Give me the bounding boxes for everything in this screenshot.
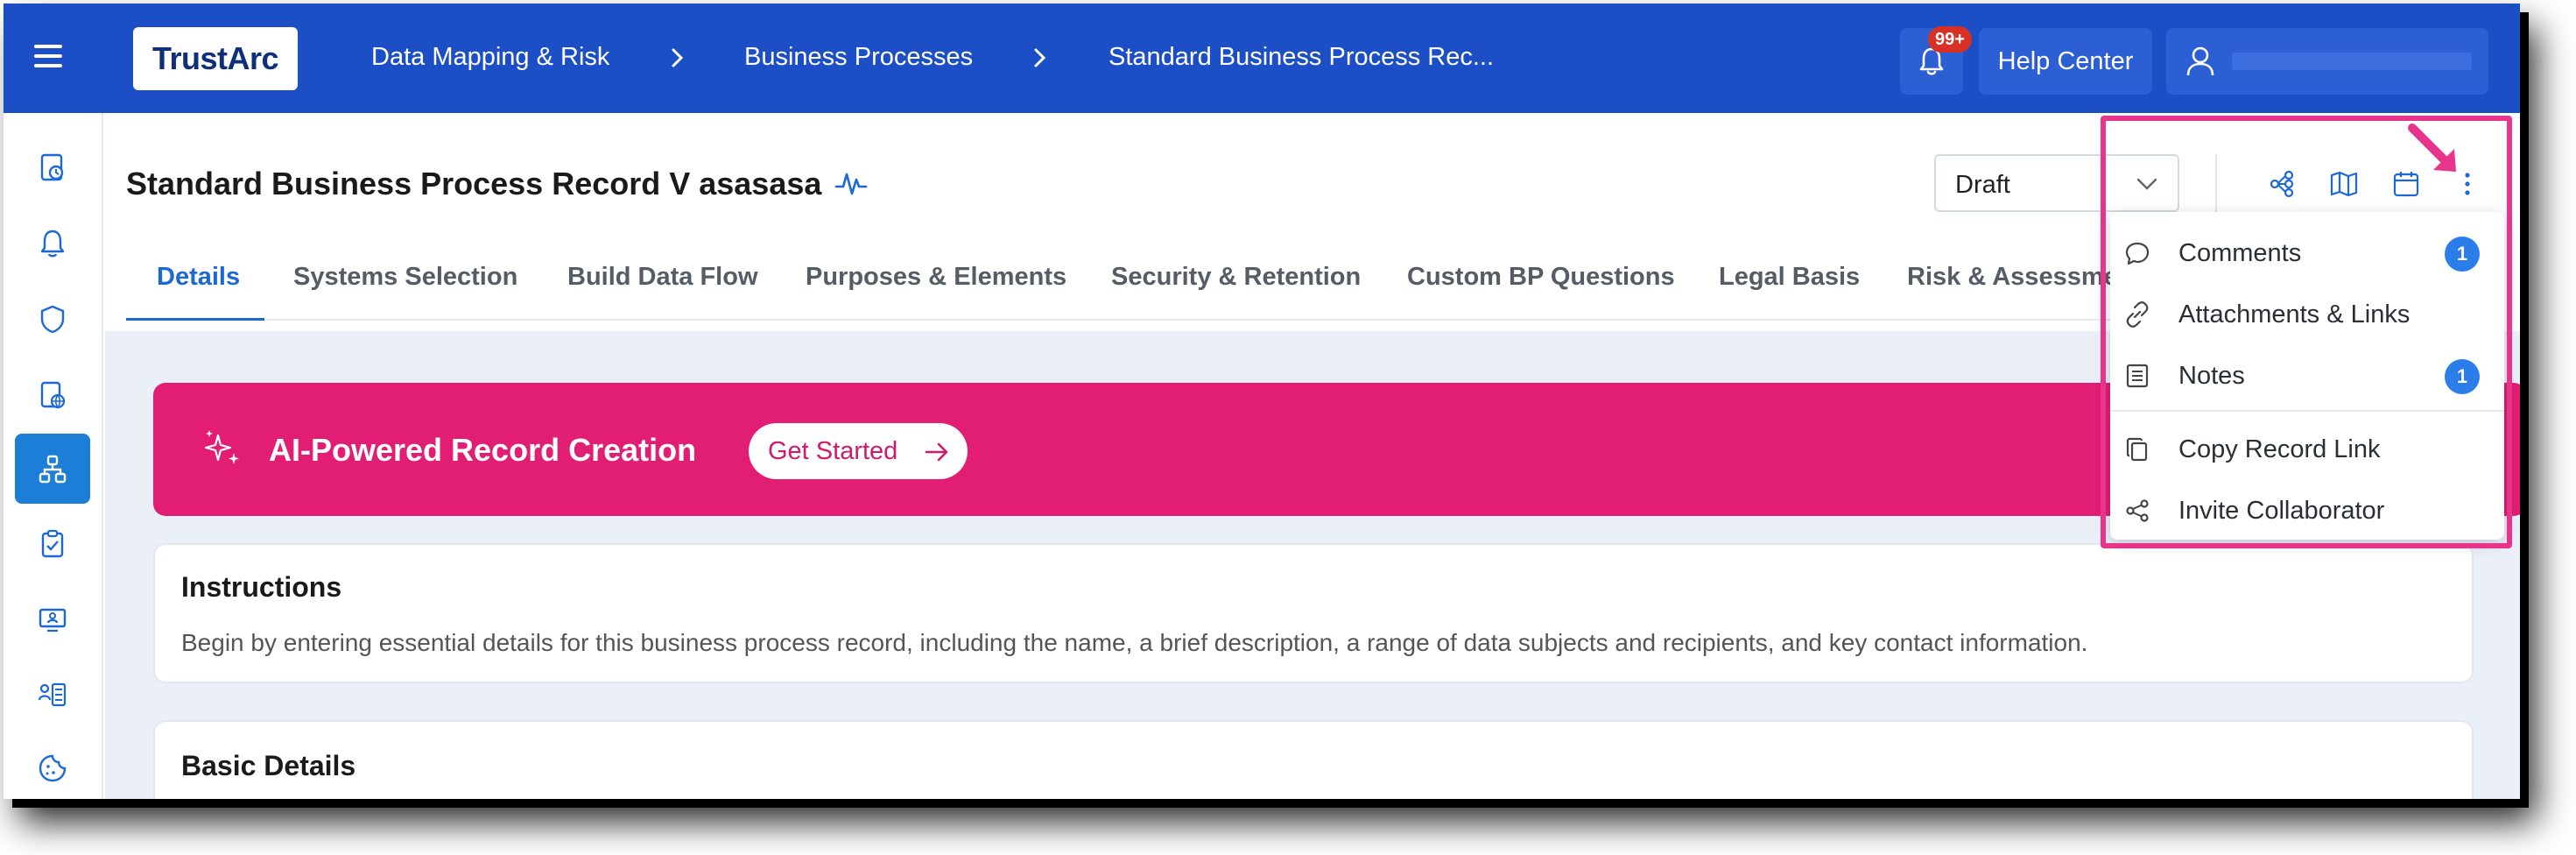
more-vertical-icon[interactable] — [2452, 168, 2483, 200]
user-name — [2232, 53, 2472, 70]
menu-item-attachments-links[interactable]: Attachments & Links — [2110, 284, 2504, 345]
menu-item-label: Notes — [2178, 362, 2245, 390]
sidebar-item-cookies[interactable] — [15, 733, 90, 799]
record-tabs: Details Systems Selection Build Data Flo… — [126, 224, 2280, 321]
menu-item-label: Invite Collaborator — [2178, 497, 2385, 525]
sidebar-item-assessments[interactable] — [15, 509, 90, 579]
activity-pulse-icon[interactable] — [834, 166, 869, 201]
menu-divider — [2110, 410, 2504, 412]
arrow-right-icon — [925, 442, 948, 462]
bell-icon — [40, 230, 65, 258]
menu-item-notes[interactable]: Notes 1 — [2110, 345, 2504, 406]
user-list-icon — [38, 682, 67, 707]
instructions-text: Begin by entering essential details for … — [181, 629, 2088, 656]
calendar-icon[interactable] — [2390, 168, 2422, 200]
chevron-right-icon — [1034, 48, 1046, 67]
cookie-icon — [39, 754, 67, 782]
tab-details[interactable]: Details — [157, 263, 240, 292]
get-started-button[interactable]: Get Started — [749, 423, 968, 479]
ai-banner-title: AI-Powered Record Creation — [269, 432, 697, 468]
sidebar-item-web[interactable] — [15, 360, 90, 430]
share-icon — [2126, 499, 2149, 522]
menu-item-copy-record-link[interactable]: Copy Record Link — [2110, 419, 2504, 480]
shield-icon — [40, 305, 65, 334]
copy-icon — [2126, 437, 2148, 462]
lineage-icon[interactable] — [2266, 168, 2298, 200]
notes-icon — [2126, 364, 2149, 388]
breadcrumb-business-processes[interactable]: Business Processes — [744, 43, 973, 72]
basic-details-card: Basic Details — [153, 720, 2474, 799]
data-flow-icon — [39, 455, 67, 484]
left-sidebar — [4, 113, 103, 799]
tab-custom-bp-questions[interactable]: Custom BP Questions — [1407, 263, 1675, 292]
menu-item-invite-collaborator[interactable]: Invite Collaborator — [2110, 480, 2504, 541]
tab-security-retention[interactable]: Security & Retention — [1111, 263, 1361, 292]
menu-item-label: Attachments & Links — [2178, 300, 2411, 329]
sidebar-item-training[interactable] — [15, 584, 90, 654]
header-divider — [2215, 154, 2217, 212]
hamburger-menu-icon[interactable] — [34, 45, 62, 71]
sidebar-item-requests[interactable] — [15, 660, 90, 730]
user-menu-button[interactable] — [2166, 28, 2488, 95]
sidebar-item-data-mapping[interactable] — [15, 434, 90, 504]
tab-systems-selection[interactable]: Systems Selection — [293, 263, 517, 292]
app-window: TrustArc Data Mapping & Risk Business Pr… — [4, 4, 2520, 799]
comments-count-badge: 1 — [2445, 237, 2480, 272]
map-icon[interactable] — [2328, 168, 2360, 200]
sparkle-icon — [204, 430, 239, 464]
notifications-count-badge: 99+ — [1928, 26, 1972, 53]
tab-legal-basis[interactable]: Legal Basis — [1719, 263, 1860, 292]
get-started-label: Get Started — [768, 437, 898, 465]
basic-details-title: Basic Details — [181, 750, 356, 781]
trustarc-logo[interactable]: TrustArc — [133, 27, 298, 90]
notes-count-badge: 1 — [2445, 359, 2480, 394]
more-actions-menu: Comments 1 Attachments & Links Notes 1 C… — [2110, 212, 2504, 540]
tab-build-data-flow[interactable]: Build Data Flow — [567, 263, 758, 292]
sidebar-item-dashboard[interactable] — [15, 132, 90, 202]
top-navigation-bar: TrustArc Data Mapping & Risk Business Pr… — [4, 4, 2520, 113]
sidebar-item-privacy[interactable] — [15, 284, 90, 354]
monitor-user-icon — [39, 608, 67, 632]
page-title: Standard Business Process Record V asasa… — [126, 166, 822, 201]
dashboard-clock-icon — [40, 153, 64, 181]
status-select-value: Draft — [1955, 171, 2010, 199]
menu-item-label: Copy Record Link — [2178, 435, 2381, 463]
instructions-card: Instructions Begin by entering essential… — [153, 543, 2474, 683]
sidebar-item-notifications[interactable] — [15, 208, 90, 278]
tab-purposes-elements[interactable]: Purposes & Elements — [806, 263, 1066, 292]
instructions-title: Instructions — [181, 571, 342, 603]
breadcrumb-data-mapping[interactable]: Data Mapping & Risk — [371, 43, 609, 72]
menu-item-label: Comments — [2178, 239, 2302, 267]
help-center-button[interactable]: Help Center — [1979, 28, 2152, 95]
menu-item-comments[interactable]: Comments 1 — [2110, 223, 2504, 284]
document-globe-icon — [40, 381, 66, 409]
chevron-down-icon — [2136, 178, 2157, 190]
status-select[interactable]: Draft — [1934, 154, 2179, 212]
link-icon — [2126, 301, 2149, 328]
breadcrumb-current-record: Standard Business Process Rec... — [1109, 43, 1495, 71]
help-center-label: Help Center — [1997, 46, 2134, 75]
user-icon — [2186, 46, 2214, 76]
comment-icon — [2125, 242, 2150, 265]
active-tab-indicator — [126, 318, 264, 321]
tab-risk-assessment[interactable]: Risk & Assessme — [1907, 263, 2118, 292]
chevron-right-icon — [672, 48, 684, 67]
clipboard-check-icon — [41, 529, 64, 558]
